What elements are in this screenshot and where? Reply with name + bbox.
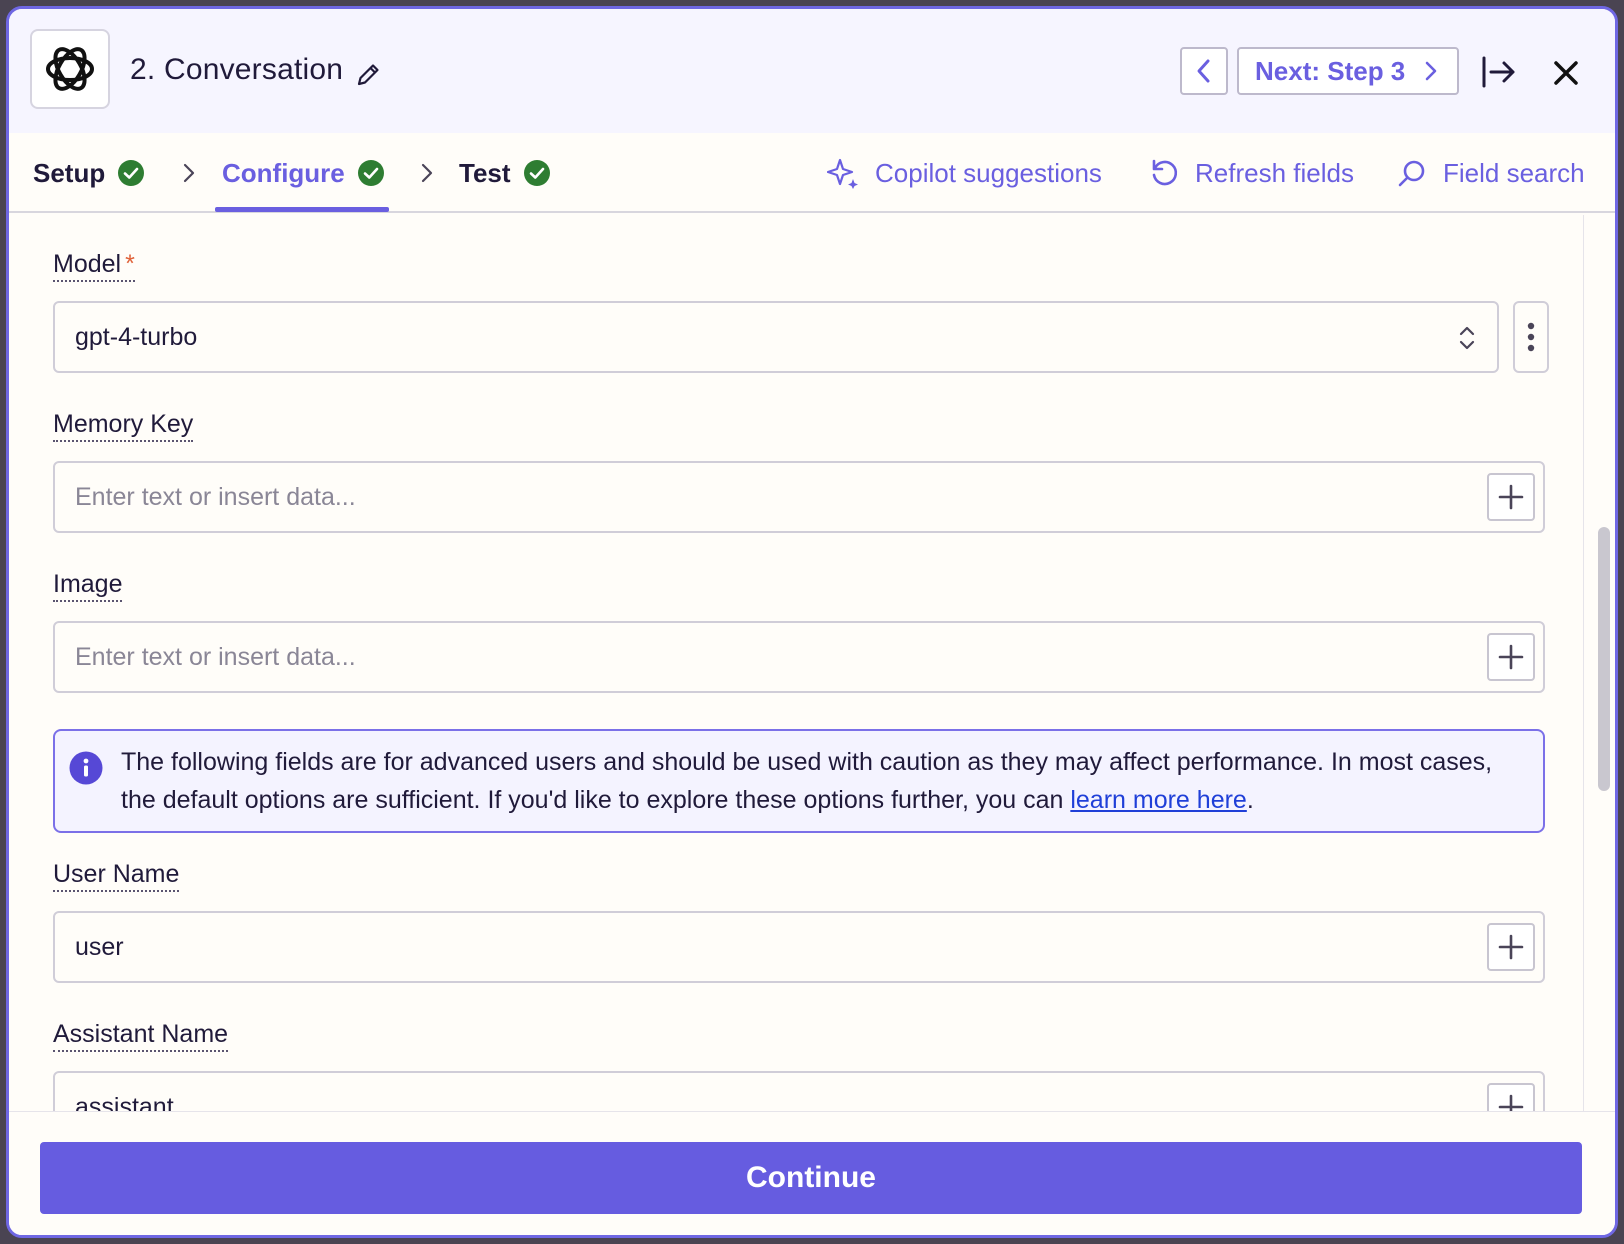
next-step-label: Next: Step 3 — [1255, 55, 1406, 86]
model-select[interactable]: gpt-4-turbo — [53, 301, 1499, 373]
model-value: gpt-4-turbo — [75, 322, 198, 351]
pencil-icon[interactable] — [354, 61, 382, 89]
scrollbar-thumb[interactable] — [1598, 527, 1610, 791]
chevron-right-icon — [421, 163, 433, 183]
callout-text: The following fields are for advanced us… — [121, 743, 1513, 819]
previous-step-button[interactable] — [1180, 47, 1228, 95]
check-circle-icon — [357, 160, 384, 186]
panel-footer: Continue — [9, 1111, 1615, 1235]
field-search-label: Field search — [1443, 157, 1585, 188]
model-options-button[interactable] — [1513, 301, 1549, 373]
plus-icon — [1498, 644, 1524, 670]
refresh-icon — [1152, 159, 1178, 186]
image-placeholder: Enter text or insert data... — [75, 642, 356, 671]
required-marker: * — [125, 250, 135, 278]
plus-icon — [1498, 484, 1524, 510]
assistant-name-input[interactable]: assistant — [53, 1071, 1545, 1111]
more-vertical-icon — [1527, 322, 1535, 352]
panel-header: 2. Conversation Next: Step 3 — [9, 9, 1615, 133]
insert-data-button[interactable] — [1487, 633, 1535, 681]
openai-logo-icon — [30, 29, 110, 109]
callout-body: The following fields are for advanced us… — [121, 748, 1493, 814]
image-label: Image — [53, 569, 123, 602]
chevron-right-icon — [1425, 61, 1437, 81]
assistant-name-label: Assistant Name — [53, 1019, 229, 1052]
next-step-button[interactable]: Next: Step 3 — [1237, 47, 1459, 95]
tab-test[interactable]: Test — [459, 133, 551, 213]
copilot-suggestions-label: Copilot suggestions — [875, 157, 1102, 188]
check-circle-icon — [118, 160, 145, 186]
user-name-input[interactable]: user — [53, 911, 1545, 983]
tab-setup-label: Setup — [33, 157, 106, 188]
continue-button[interactable]: Continue — [40, 1142, 1582, 1214]
refresh-fields-button[interactable]: Refresh fields — [1149, 133, 1354, 213]
info-icon — [69, 751, 103, 785]
active-tab-indicator — [215, 207, 389, 212]
learn-more-link[interactable]: learn more here — [1070, 786, 1246, 814]
check-circle-icon — [523, 160, 550, 186]
model-label: Model * — [53, 249, 135, 282]
assistant-name-value: assistant — [75, 1092, 174, 1112]
scrollbar[interactable] — [1583, 215, 1615, 1111]
callout-suffix: . — [1246, 786, 1254, 814]
step-tabs: Setup Configure Test Copilot suggestions… — [9, 133, 1615, 213]
plus-icon — [1498, 934, 1524, 960]
field-search-button[interactable]: Field search — [1397, 133, 1585, 213]
tab-test-label: Test — [459, 157, 511, 188]
tab-setup[interactable]: Setup — [33, 133, 145, 213]
form-content: Model * gpt-4-turbo Memory Key Enter text… — [9, 215, 1581, 1111]
insert-data-button[interactable] — [1487, 473, 1535, 521]
model-label-text: Model — [53, 250, 122, 278]
select-arrows-icon — [1459, 326, 1475, 350]
copilot-suggestions-button[interactable]: Copilot suggestions — [827, 133, 1102, 213]
step-editor-panel: 2. Conversation Next: Step 3 Setup Confi… — [6, 6, 1618, 1238]
insert-data-button[interactable] — [1487, 923, 1535, 971]
expand-panel-icon[interactable] — [1481, 56, 1517, 88]
tab-configure-label: Configure — [222, 157, 345, 188]
memory-key-placeholder: Enter text or insert data... — [75, 482, 356, 511]
insert-data-button[interactable] — [1487, 1083, 1535, 1111]
user-name-label: User Name — [53, 859, 180, 892]
chevron-left-icon — [1197, 59, 1210, 83]
sparkle-icon — [827, 158, 858, 189]
search-icon — [1398, 160, 1425, 187]
chevron-right-icon — [183, 163, 195, 183]
close-icon[interactable] — [1552, 59, 1580, 87]
memory-key-label: Memory Key — [53, 409, 194, 442]
refresh-fields-label: Refresh fields — [1195, 157, 1354, 188]
memory-key-input[interactable]: Enter text or insert data... — [53, 461, 1545, 533]
step-title[interactable]: 2. Conversation — [130, 53, 343, 87]
tab-configure[interactable]: Configure — [222, 133, 385, 213]
advanced-fields-callout: The following fields are for advanced us… — [53, 729, 1545, 833]
image-input[interactable]: Enter text or insert data... — [53, 621, 1545, 693]
user-name-value: user — [75, 932, 124, 961]
plus-icon — [1498, 1094, 1524, 1111]
